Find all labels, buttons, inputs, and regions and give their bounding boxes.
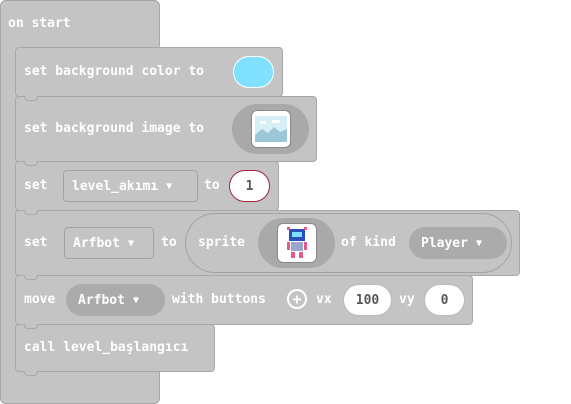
set-label: set (24, 178, 48, 193)
block-notch (24, 371, 38, 376)
move-sprite-name: Arfbot (78, 292, 125, 308)
block-notch (24, 161, 38, 166)
to-label: to (204, 178, 220, 193)
caret-down-icon: ▼ (166, 180, 173, 192)
kind-name: Player (421, 235, 468, 251)
block-notch (24, 275, 38, 280)
with-buttons-label: with buttons (172, 292, 266, 307)
sprite-variable-dropdown[interactable]: Arfbot ▼ (64, 227, 154, 259)
block-notch (24, 210, 38, 215)
value-input[interactable]: 1 (229, 170, 270, 202)
plus-circle-icon[interactable]: + (287, 289, 307, 309)
on-start-bottom-arm (0, 372, 160, 404)
image-thumbnail-icon (251, 110, 291, 148)
variable-name: level_akımı (72, 178, 159, 194)
vx-label: vx (316, 292, 332, 307)
caret-down-icon: ▼ (127, 237, 134, 249)
robot-sprite-icon (277, 223, 317, 263)
color-swatch[interactable] (233, 56, 274, 88)
move-label: move (24, 292, 56, 307)
set-background-image-label: set background image to (24, 121, 205, 136)
caret-down-icon: ▼ (132, 294, 139, 306)
on-start-label: on start (8, 16, 71, 31)
vy-label: vy (399, 292, 415, 307)
sprite-label: sprite (198, 235, 245, 250)
sprite-variable-name: Arfbot (73, 235, 120, 251)
set-background-color-label: set background color to (24, 64, 205, 79)
sprite-image-picker[interactable] (258, 218, 335, 268)
block-notch (24, 96, 38, 101)
vy-input[interactable]: 0 (424, 284, 465, 316)
image-picker[interactable] (232, 104, 309, 154)
set-label: set (24, 235, 48, 250)
caret-down-icon: ▼ (475, 237, 482, 249)
vx-input[interactable]: 100 (343, 284, 392, 316)
of-kind-label: of kind (341, 235, 396, 250)
block-notch (24, 324, 38, 329)
move-sprite-dropdown[interactable]: Arfbot ▼ (66, 284, 165, 316)
to-label: to (161, 235, 177, 250)
kind-dropdown[interactable]: Player ▼ (409, 227, 507, 259)
variable-dropdown[interactable]: level_akımı ▼ (63, 170, 198, 202)
call-label: call level_başlangıcı (24, 340, 189, 355)
